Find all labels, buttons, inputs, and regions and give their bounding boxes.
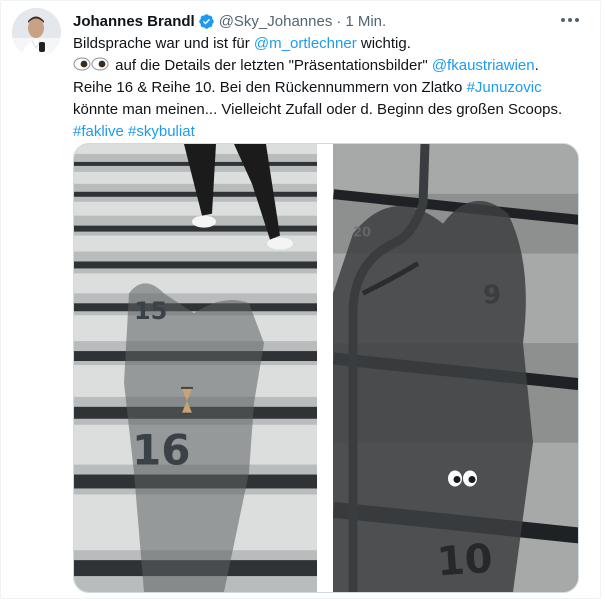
row-number-15: 15 <box>134 297 167 325</box>
tweet-card[interactable]: Johannes Brandl @Sky_Johannes · 1 Min. B… <box>0 0 601 599</box>
header-separator: · <box>336 12 342 30</box>
author-handle[interactable]: @Sky_Johannes <box>219 13 333 30</box>
verified-badge-icon <box>198 13 215 30</box>
hashtag-link-faklive[interactable]: #faklive <box>73 123 124 140</box>
row-number-10: 10 <box>435 536 494 586</box>
hashtag-link-junuzovic[interactable]: #Junuzovic <box>467 79 542 96</box>
media-photo-left[interactable]: 15 16 <box>74 144 317 592</box>
tweet-text-line-2: auf die Details der letzten "Präsentatio… <box>111 57 432 74</box>
tweet-header: Johannes Brandl @Sky_Johannes · 1 Min. <box>73 10 386 32</box>
eyes-emoji-icon <box>73 56 111 71</box>
mention-link-fkaustriawien[interactable]: @fkaustriawien <box>432 57 535 74</box>
more-horizontal-icon <box>561 18 579 22</box>
hashtag-link-skybuliat[interactable]: #skybuliat <box>128 123 195 140</box>
tweet-text-line-4: könnte man meinen... Vielleicht Zufall o… <box>73 101 563 118</box>
tweet-text: Bildsprache war und ist für @m_ortlechne… <box>73 33 583 143</box>
tweet-text-line-1: Bildsprache war und ist für <box>73 35 254 52</box>
tweet-text-line-3: Reihe 16 & Reihe 10. Bei den Rückennumme… <box>73 79 467 96</box>
media-photo-right[interactable]: 20 9 10 <box>333 144 579 592</box>
tweet-text-line-1-end: wichtig. <box>356 35 411 52</box>
avatar-photo <box>12 8 61 57</box>
row-number-20: 20 <box>353 226 371 241</box>
row-number-9: 9 <box>483 280 501 310</box>
tweet-text-line-2-end: . <box>534 57 539 74</box>
mention-link-m-ortlechner[interactable]: @m_ortlechner <box>254 35 357 52</box>
tweet-timestamp[interactable]: 1 Min. <box>345 13 386 30</box>
row-number-16: 16 <box>132 426 190 475</box>
author-name[interactable]: Johannes Brandl <box>73 13 195 30</box>
more-options-button[interactable] <box>557 9 583 31</box>
tweet-media-grid: 15 16 20 9 10 <box>73 143 579 593</box>
author-avatar[interactable] <box>12 8 61 57</box>
